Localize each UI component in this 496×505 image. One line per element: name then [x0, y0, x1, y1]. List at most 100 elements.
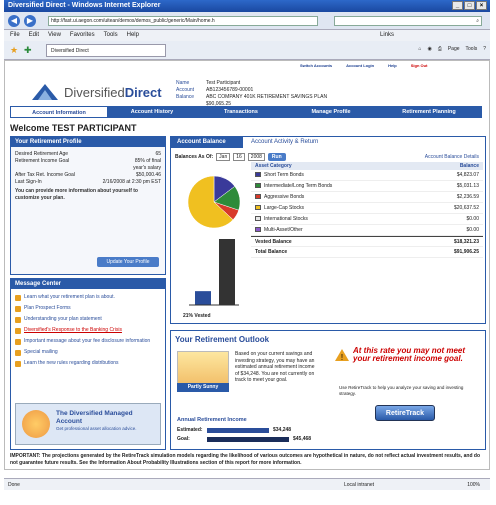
weather-label: Partly Sunny: [177, 383, 229, 392]
search-input[interactable]: ⌕: [334, 16, 482, 26]
minimize-button[interactable]: _: [452, 1, 463, 10]
profile-value: 85% of final year's salary: [133, 158, 161, 171]
asset-row: Multi-Asset/Other $0.00: [251, 225, 483, 236]
menu-help[interactable]: Help: [127, 32, 139, 39]
asset-label[interactable]: Short Term Bonds: [264, 172, 304, 178]
home-icon[interactable]: ⌂: [418, 46, 421, 52]
tab-account-balance[interactable]: Account Balance: [171, 137, 243, 148]
message-item[interactable]: Learn what your retirement plan is about…: [11, 292, 165, 303]
tab-account-information[interactable]: Account Information: [10, 106, 108, 118]
message-item[interactable]: Understanding your plan statement: [11, 314, 165, 325]
message-item[interactable]: Learn the new rules regarding distributi…: [11, 358, 165, 369]
account-balance-panel: Account Balance Account Activity & Retur…: [170, 136, 486, 324]
managed-account-promo[interactable]: The Diversified Managed Account Get prof…: [15, 403, 161, 445]
tab-retirement-planning[interactable]: Retirement Planning: [376, 106, 482, 118]
warning-box: ! At this rate you may not meet your ret…: [331, 345, 481, 445]
message-icon: [15, 295, 21, 301]
print-icon[interactable]: ⎙: [438, 46, 442, 52]
status-text: Done: [8, 482, 20, 488]
balance-details-link[interactable]: Account Balance Details: [425, 154, 479, 160]
balance-date-selector: Balances As Of: Jan 16 2008 Run: [175, 153, 286, 161]
asset-row: Short Term Bonds $4,823.07: [251, 170, 483, 181]
message-link[interactable]: Learn what your retirement plan is about…: [24, 294, 115, 301]
menu-file[interactable]: File: [10, 32, 20, 39]
security-zone: Local intranet: [344, 482, 375, 488]
brand-logo[interactable]: DiversifiedDirect: [64, 85, 162, 100]
estimated-row: Estimated: $34,248: [177, 427, 291, 433]
asset-label[interactable]: Intermediate/Long Term Bonds: [264, 183, 332, 189]
favorites-star-icon[interactable]: ★: [10, 45, 18, 56]
message-icon: [15, 361, 21, 367]
menu-bar: File Edit View Favorites Tools Help Link…: [4, 30, 490, 41]
warning-subtext: Use RetireTrack to help you analyze your…: [339, 385, 464, 396]
disclaimer: IMPORTANT: The projections generated by …: [10, 453, 480, 466]
run-button[interactable]: Run: [267, 153, 286, 161]
main-nav: Account Information Account History Tran…: [10, 106, 482, 118]
account-login-link[interactable]: Account Login: [346, 63, 374, 68]
allocation-pie-chart: [187, 175, 241, 229]
page-menu[interactable]: Page: [448, 46, 460, 52]
browser-tab[interactable]: Diversified Direct: [46, 44, 166, 57]
maximize-button[interactable]: □: [464, 1, 475, 10]
retiretrack-button[interactable]: RetireTrack: [375, 405, 435, 421]
tab-account-history[interactable]: Account History: [108, 106, 196, 118]
back-button[interactable]: ◀: [8, 15, 20, 27]
brand-name-bold: Direct: [124, 85, 162, 100]
zoom-level[interactable]: 100%: [467, 482, 480, 488]
message-icon: [15, 306, 21, 312]
address-bar: ◀ ▶ http://fast.ui.aegon.com/uitean/demo…: [4, 12, 490, 30]
window-controls: _ □ ×: [452, 1, 487, 10]
url-input[interactable]: http://fast.ui.aegon.com/uitean/demos/de…: [48, 16, 318, 26]
message-icon: [15, 317, 21, 323]
close-button[interactable]: ×: [476, 1, 487, 10]
menu-view[interactable]: View: [48, 32, 61, 39]
tools-menu[interactable]: Tools: [466, 46, 478, 52]
asset-name: Aggressive Bonds: [255, 192, 304, 202]
profile-title: Your Retirement Profile: [11, 137, 165, 147]
day-select[interactable]: 16: [233, 153, 245, 161]
menu-edit[interactable]: Edit: [29, 32, 39, 39]
asset-label[interactable]: Large-Cap Stocks: [264, 205, 304, 211]
asset-label[interactable]: International Stocks: [264, 216, 308, 222]
message-item[interactable]: Plan Prospect Forms: [11, 303, 165, 314]
add-favorites-icon[interactable]: ✚: [24, 45, 32, 56]
month-select[interactable]: Jan: [216, 153, 231, 161]
profile-key: Last Sign-In: [15, 179, 42, 185]
help-icon[interactable]: ?: [483, 46, 486, 52]
warning-text: At this rate you may not meet your retir…: [353, 346, 466, 363]
legend-swatch: [255, 227, 261, 233]
vested-bar: [219, 239, 235, 305]
menu-favorites[interactable]: Favorites: [70, 32, 95, 39]
tab-manage-profile[interactable]: Manage Profile: [286, 106, 376, 118]
message-link[interactable]: Understanding your plan statement: [24, 316, 102, 323]
message-link[interactable]: Important message about your fee disclos…: [24, 338, 150, 345]
sunburst-icon: [22, 410, 50, 438]
year-select[interactable]: 2008: [247, 153, 265, 161]
message-link[interactable]: Special mailing: [24, 349, 58, 356]
asset-label[interactable]: Aggressive Bonds: [264, 194, 304, 200]
name-label: Name: [176, 80, 190, 86]
help-link[interactable]: Help: [388, 63, 397, 68]
vested-bar-chart: [189, 239, 239, 306]
update-profile-button[interactable]: Update Your Profile: [97, 257, 159, 267]
balance-header: Balance: [459, 163, 479, 169]
message-link[interactable]: Diversified's Response to the Banking Cr…: [24, 327, 122, 334]
asset-label[interactable]: Multi-Asset/Other: [264, 227, 303, 233]
links-label[interactable]: Links: [380, 32, 394, 39]
forward-button[interactable]: ▶: [24, 15, 36, 27]
brand-name-light: Diversified: [64, 85, 125, 100]
message-item[interactable]: Important message about your fee disclos…: [11, 336, 165, 347]
switch-accounts-link[interactable]: Switch Accounts: [300, 63, 332, 68]
tab-activity-return[interactable]: Account Activity & Return: [243, 137, 326, 148]
message-link[interactable]: Plan Prospect Forms: [24, 305, 71, 312]
menu-tools[interactable]: Tools: [104, 32, 118, 39]
tab-transactions[interactable]: Transactions: [196, 106, 286, 118]
message-item[interactable]: Special mailing: [11, 347, 165, 358]
sign-out-link[interactable]: Sign Out: [411, 63, 428, 68]
goal-row: Goal: $45,468: [177, 436, 311, 442]
message-item[interactable]: Diversified's Response to the Banking Cr…: [11, 325, 165, 336]
feeds-icon[interactable]: ◉: [427, 46, 431, 52]
profile-row: After Tax Ret. Income Goal $50,000.46: [11, 172, 165, 179]
profile-value: 65: [155, 151, 161, 157]
message-link[interactable]: Learn the new rules regarding distributi…: [24, 360, 119, 367]
